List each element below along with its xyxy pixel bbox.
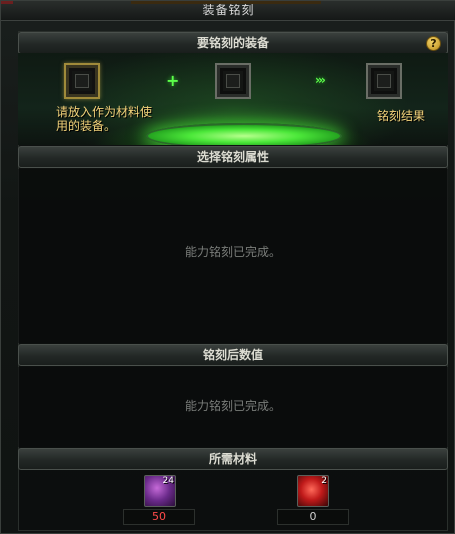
purple-crystal-icon[interactable]: 24 <box>144 475 176 507</box>
materials-header: 所需材料 <box>18 448 448 470</box>
plus-icon: + <box>166 71 180 90</box>
material-hint-text: 请放入作为材料使用的装备。 <box>56 105 153 133</box>
purple-crystal-count: 24 <box>162 476 174 486</box>
attribute-panel: 能力铭刻已完成。 <box>18 169 448 343</box>
after-values-empty-text: 能力铭刻已完成。 <box>184 399 281 413</box>
target-equipment-slot[interactable] <box>215 63 251 99</box>
material-slot-inner <box>75 74 89 88</box>
attribute-header: 选择铭刻属性 <box>18 146 448 168</box>
equipment-engrave-window: 装备铭刻 要铭刻的装备 ? + ››› 请放入作为材料使用的装备。 铭刻结果 选… <box>0 0 455 534</box>
result-label: 铭刻结果 <box>377 109 426 123</box>
after-values-panel: 能力铭刻已完成。 <box>18 367 448 447</box>
target-slot-inner <box>226 74 240 88</box>
purple-crystal-required: 50 <box>123 509 195 525</box>
after-values-header-label: 铭刻后数值 <box>202 348 263 362</box>
after-values-header: 铭刻后数值 <box>18 344 448 366</box>
attribute-header-label: 选择铭刻属性 <box>196 150 269 164</box>
result-slot[interactable] <box>366 63 402 99</box>
attribute-empty-text: 能力铭刻已完成。 <box>184 245 281 259</box>
arrow-right-icon: ››› <box>315 73 326 87</box>
help-icon[interactable]: ? <box>426 36 441 51</box>
engrave-area: + ››› 请放入作为材料使用的装备。 铭刻结果 <box>18 53 448 145</box>
material-slot[interactable] <box>64 63 100 99</box>
window-title: 装备铭刻 <box>202 3 255 17</box>
engrave-header-label: 要铭刻的装备 <box>196 36 269 50</box>
red-crystal-required: 0 <box>277 509 349 525</box>
red-crystal-count: 2 <box>321 476 327 486</box>
engrave-header: 要铭刻的装备 ? <box>18 32 448 54</box>
cauldron-glow <box>146 123 342 145</box>
materials-header-label: 所需材料 <box>208 452 257 466</box>
red-crystal-icon[interactable]: 2 <box>297 475 329 507</box>
titlebar-deco-center <box>131 1 321 4</box>
titlebar-deco-left <box>1 1 13 4</box>
result-slot-inner <box>377 74 391 88</box>
window-titlebar[interactable]: 装备铭刻 <box>1 1 455 21</box>
